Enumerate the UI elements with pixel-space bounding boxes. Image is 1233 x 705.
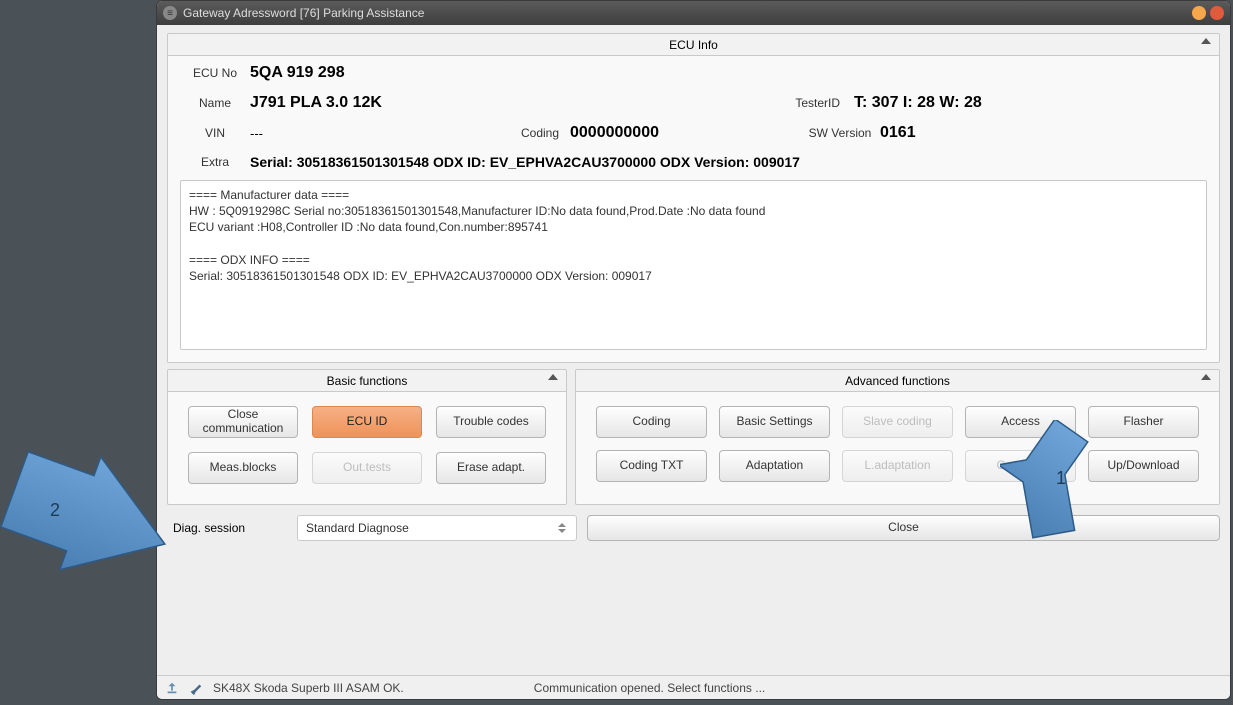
label-vin: VIN xyxy=(180,126,250,140)
basic-settings-button[interactable]: Basic Settings xyxy=(719,406,830,438)
minimize-button[interactable] xyxy=(1192,6,1206,20)
value-sw-version: 0161 xyxy=(880,124,916,142)
ecu-info-group: ECU Info ECU No 5QA 919 298 Name J791 PL… xyxy=(167,33,1220,363)
out-tests-button: Out.tests xyxy=(312,452,422,484)
adaptation-button[interactable]: Adaptation xyxy=(719,450,830,482)
callout-arrow-2: 2 xyxy=(0,445,180,595)
window-title: Gateway Adressword [76] Parking Assistan… xyxy=(183,6,424,20)
statusbar: SK48X Skoda Superb III ASAM OK. Communic… xyxy=(157,675,1230,699)
slave-coding-button: Slave coding xyxy=(842,406,953,438)
ecu-info-title: ECU Info xyxy=(669,38,718,52)
ecu-info-header[interactable]: ECU Info xyxy=(168,34,1219,56)
value-extra: Serial: 30518361501301548 ODX ID: EV_EPH… xyxy=(250,154,800,170)
collapse-icon[interactable] xyxy=(548,374,558,380)
window-close-button[interactable] xyxy=(1210,6,1224,20)
collapse-icon[interactable] xyxy=(1201,38,1211,44)
meas-blocks-button[interactable]: Meas.blocks xyxy=(188,452,298,484)
basic-functions-title: Basic functions xyxy=(327,374,408,388)
callout-label-1: 1 xyxy=(1056,468,1066,489)
diag-session-value: Standard Diagnose xyxy=(306,521,409,535)
coding-txt-button[interactable]: Coding TXT xyxy=(596,450,707,482)
spinner-icon[interactable] xyxy=(558,519,572,537)
value-tester-id: T: 307 I: 28 W: 28 xyxy=(854,94,982,112)
status-message: Communication opened. Select functions .… xyxy=(534,681,765,695)
label-sw-version: SW Version xyxy=(800,126,880,140)
basic-functions-group: Basic functions Close communication ECU … xyxy=(167,369,567,505)
callout-arrow-1: 1 xyxy=(1000,420,1120,550)
app-window: ≡ Gateway Adressword [76] Parking Assist… xyxy=(156,0,1231,700)
ecu-info-dump[interactable]: ==== Manufacturer data ==== HW : 5Q09192… xyxy=(180,180,1207,350)
status-vehicle: SK48X Skoda Superb III ASAM OK. xyxy=(213,681,404,695)
label-extra: Extra xyxy=(180,155,250,169)
callout-label-2: 2 xyxy=(50,500,60,521)
value-coding: 0000000000 xyxy=(570,124,800,142)
value-ecu-no: 5QA 919 298 xyxy=(250,64,345,82)
advanced-functions-group: Advanced functions Coding Basic Settings… xyxy=(575,369,1220,505)
l-adaptation-button: L.adaptation xyxy=(842,450,953,482)
close-button[interactable]: Close xyxy=(587,515,1220,541)
advanced-functions-header[interactable]: Advanced functions xyxy=(576,370,1219,392)
ecu-id-button[interactable]: ECU ID xyxy=(312,406,422,438)
value-vin: --- xyxy=(250,126,510,141)
app-menu-icon[interactable]: ≡ xyxy=(163,6,177,20)
titlebar[interactable]: ≡ Gateway Adressword [76] Parking Assist… xyxy=(157,1,1230,25)
label-tester-id: TesterID xyxy=(770,96,840,110)
client-area: ECU Info ECU No 5QA 919 298 Name J791 PL… xyxy=(157,25,1230,675)
trouble-codes-button[interactable]: Trouble codes xyxy=(436,406,546,438)
label-ecu-no: ECU No xyxy=(180,66,250,80)
close-communication-button[interactable]: Close communication xyxy=(188,406,298,438)
brush-icon[interactable] xyxy=(189,681,203,695)
basic-functions-header[interactable]: Basic functions xyxy=(168,370,566,392)
diag-session-select[interactable]: Standard Diagnose xyxy=(297,515,577,541)
upload-icon[interactable] xyxy=(165,681,179,695)
label-coding: Coding xyxy=(510,126,570,140)
coding-button[interactable]: Coding xyxy=(596,406,707,438)
value-name: J791 PLA 3.0 12K xyxy=(250,94,770,112)
advanced-functions-title: Advanced functions xyxy=(845,374,950,388)
collapse-icon[interactable] xyxy=(1201,374,1211,380)
label-name: Name xyxy=(180,96,250,110)
erase-adapt-button[interactable]: Erase adapt. xyxy=(436,452,546,484)
diag-session-label: Diag. session xyxy=(167,521,287,535)
